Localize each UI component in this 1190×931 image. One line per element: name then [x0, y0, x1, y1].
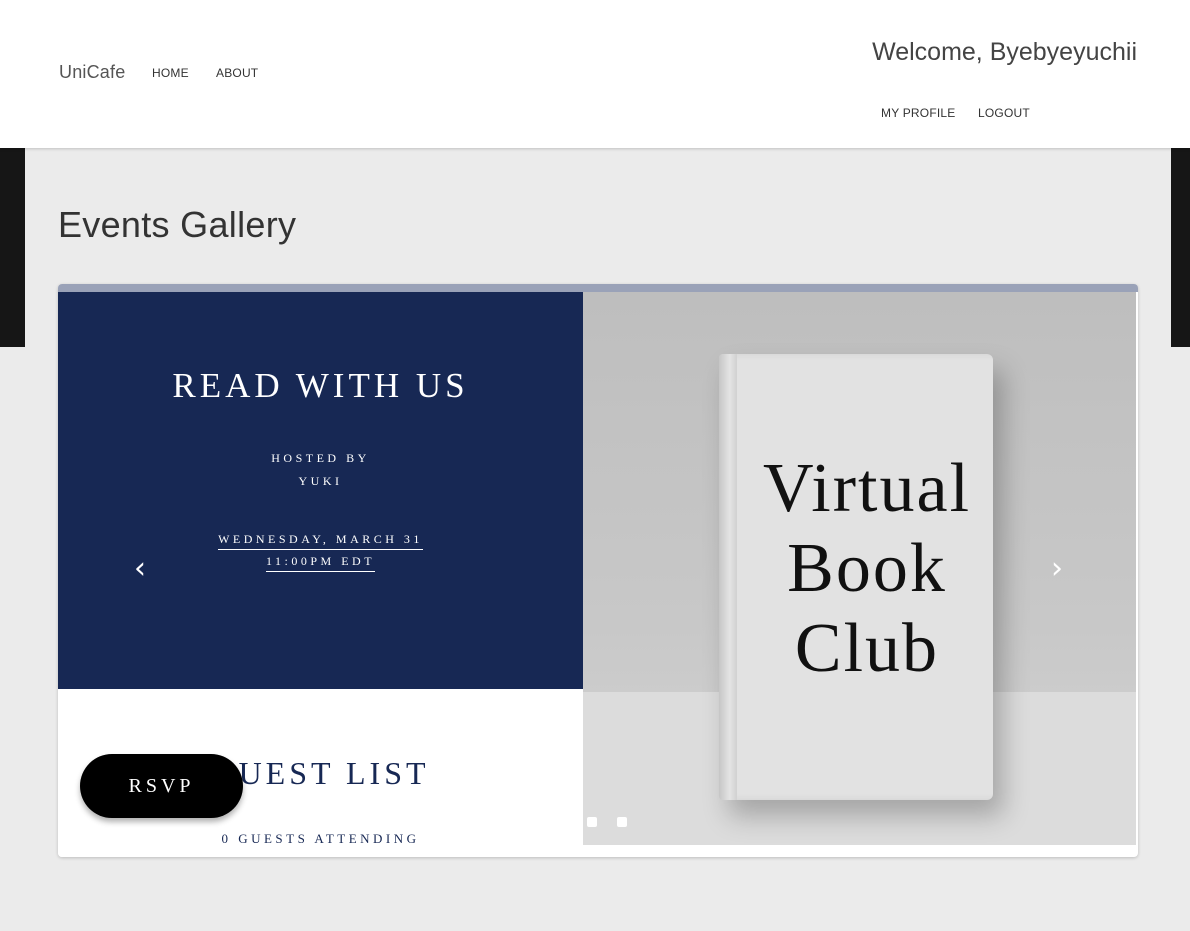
nav-about[interactable]: ABOUT — [216, 66, 258, 80]
nav-home[interactable]: HOME — [152, 66, 189, 80]
book-illustration: Virtual Book Club — [719, 354, 993, 800]
event-date: WEDNESDAY, MARCH 31 — [218, 529, 423, 550]
logout-link[interactable]: LOGOUT — [978, 106, 1030, 120]
event-host: HOSTED BY YUKI — [58, 447, 583, 493]
book-cover-text: Virtual Book Club — [747, 449, 987, 689]
page-title: Events Gallery — [58, 204, 297, 245]
brand-logo[interactable]: UniCafe — [59, 62, 125, 83]
welcome-message: Welcome, Byebyeyuchii — [872, 38, 1137, 66]
top-navbar: UniCafe HOME ABOUT Welcome, Byebyeyuchii… — [0, 0, 1190, 148]
chevron-left-icon[interactable]: ‹ — [125, 554, 155, 584]
book-cover-line: Book — [787, 530, 947, 607]
book-spine — [719, 354, 737, 800]
book-cover-line: Virtual — [762, 450, 972, 527]
event-time: 11:00PM EDT — [265, 551, 376, 572]
host-name: YUKI — [298, 474, 343, 488]
chevron-right-icon[interactable]: › — [1042, 554, 1072, 584]
event-title: READ WITH US — [172, 366, 469, 405]
carousel-indicator-2[interactable] — [587, 817, 597, 827]
events-carousel: READ WITH US HOSTED BY YUKI WEDNESDAY, M… — [58, 284, 1138, 857]
carousel-indicator-3[interactable] — [617, 817, 627, 827]
book-cover-line: Club — [794, 610, 940, 687]
my-profile-link[interactable]: MY PROFILE — [881, 106, 955, 120]
guest-count: 0 GUESTS ATTENDING — [221, 831, 420, 846]
hosted-by-label: HOSTED BY — [271, 451, 370, 465]
rsvp-button[interactable]: RSVP — [80, 754, 243, 818]
event-info-panel: READ WITH US HOSTED BY YUKI WEDNESDAY, M… — [58, 292, 583, 689]
carousel-indicator-1[interactable] — [557, 814, 572, 828]
carousel-top-bar — [58, 284, 1138, 292]
